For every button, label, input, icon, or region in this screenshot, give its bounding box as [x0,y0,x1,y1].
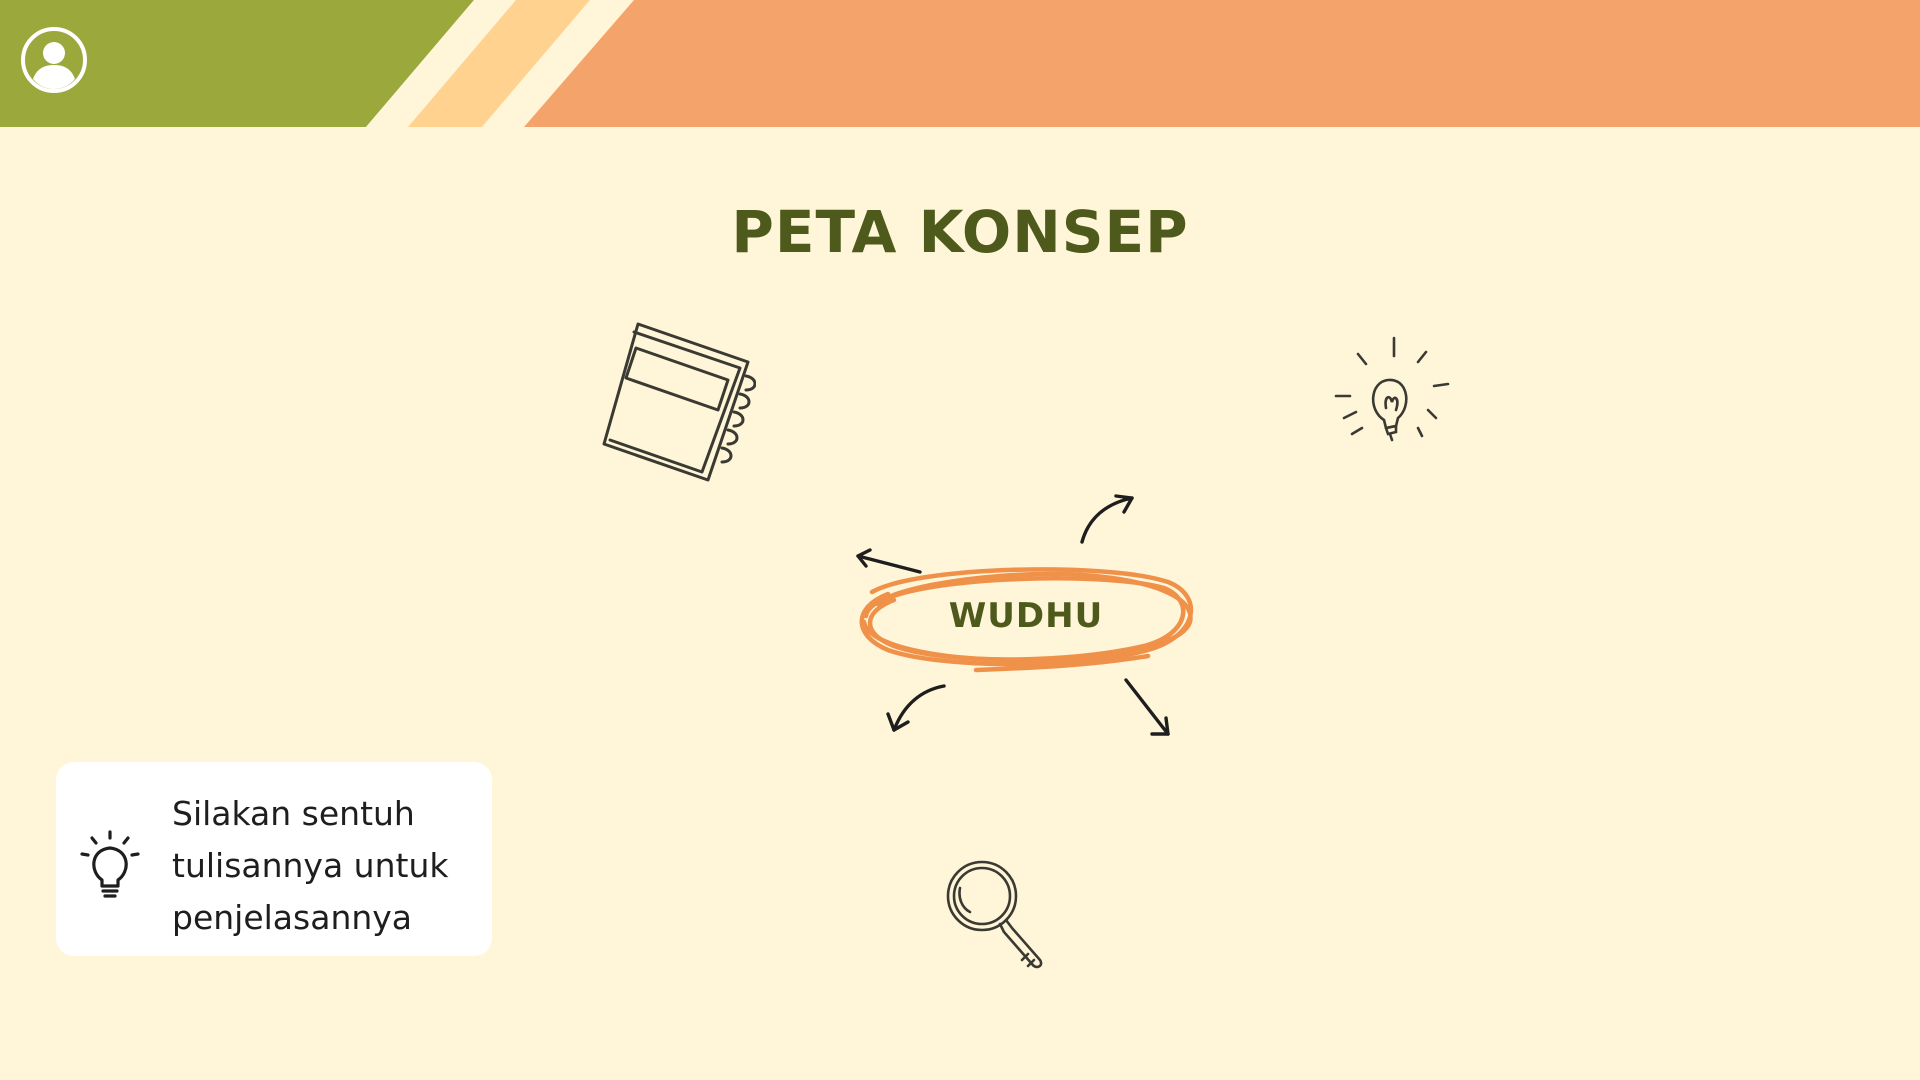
arrow-down-right[interactable] [1122,676,1174,740]
arrow-down-left[interactable] [884,682,948,738]
hint-text-line2: tulisannya untuk [172,846,449,885]
hint-text-line3: penjelasannya [172,898,413,937]
magnifier-icon [946,860,1043,969]
lightbulb-doodle-icon [1334,336,1450,442]
notebook-icon [602,322,756,482]
hint-card: Silakan sentuh tulisannya untuk penjelas… [56,762,492,956]
header-banner [0,0,1920,127]
hint-text: Silakan sentuh tulisannya untuk penjelas… [172,788,482,944]
banner-orange-segment [524,0,1920,127]
arrow-left[interactable] [852,548,924,578]
lightbulb-icon [80,830,140,898]
slide: PETA KONSEP WUDHU Silakan sentuh tulisan… [0,0,1920,1080]
page-title: PETA KONSEP [731,198,1189,266]
hint-text-line1: Silakan sentuh [172,794,415,833]
user-icon[interactable] [18,24,90,96]
arrow-up-right[interactable] [1076,490,1140,550]
